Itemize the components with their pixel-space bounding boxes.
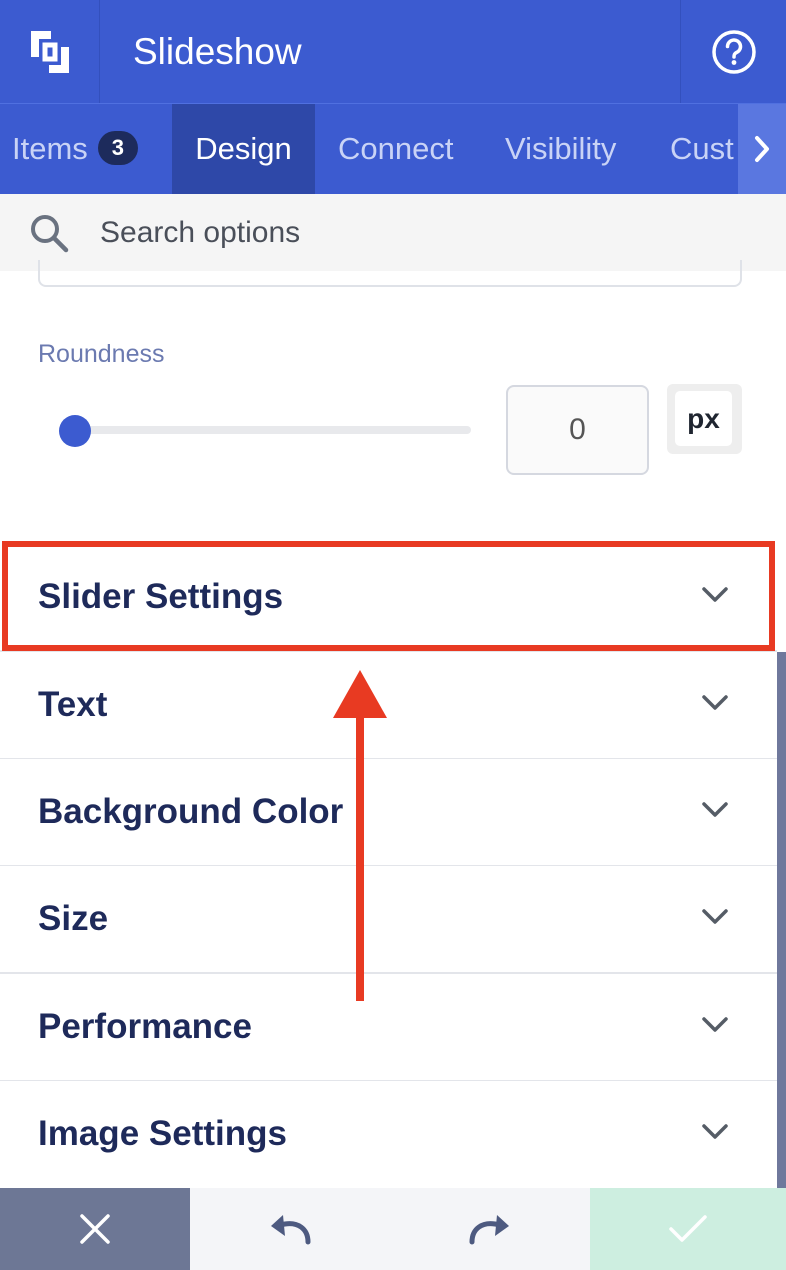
search-input[interactable] [100,215,700,250]
undo-button[interactable] [190,1188,390,1270]
items-count-badge: 3 [97,131,139,165]
chevron-down-icon [702,695,728,710]
app-header: Slideshow [0,0,786,103]
bottom-action-bar [0,1188,786,1270]
tab-items[interactable]: Items 3 [12,104,139,194]
section-label: Background Color [38,792,344,831]
section-image-settings[interactable]: Image Settings [0,1081,777,1189]
section-label: Size [38,899,109,938]
roundness-value-input[interactable] [506,385,649,475]
unit-px-button[interactable]: px [675,391,732,446]
close-icon [80,1214,110,1244]
search-icon [31,214,69,252]
confirm-button[interactable] [590,1188,786,1270]
scrollbar[interactable] [777,652,786,1188]
previous-field-edge [38,260,742,287]
section-label: Performance [38,1007,252,1046]
chevron-down-icon [702,1124,728,1139]
chevron-down-icon [702,909,728,924]
tab-custom[interactable]: Cust [670,104,734,194]
tab-design[interactable]: Design [172,104,315,194]
roundness-label: Roundness [38,340,165,368]
redo-icon [469,1215,509,1245]
roundness-slider-thumb[interactable] [59,415,91,447]
chevron-down-icon [702,802,728,817]
undo-icon [271,1215,311,1245]
logo[interactable] [0,0,100,103]
tabs-scroll-right-button[interactable] [738,104,786,194]
highlight-box [2,541,775,651]
help-button[interactable] [680,0,786,103]
redo-button[interactable] [390,1188,590,1270]
app-title: Slideshow [133,31,302,72]
question-circle-icon [711,29,756,74]
unit-selector: px [667,384,742,454]
cancel-button[interactable] [0,1188,190,1270]
brackets-logo-icon [30,30,69,73]
roundness-slider-track[interactable] [72,426,471,434]
section-label: Image Settings [38,1114,287,1153]
chevron-right-icon [755,136,769,162]
chevron-down-icon [702,1017,728,1032]
tab-visibility[interactable]: Visibility [505,104,616,194]
section-label: Text [38,685,108,724]
check-icon [669,1215,707,1242]
tab-items-label: Items [12,131,88,166]
tab-bar: Items 3 Design Connect Visibility Cust [0,103,786,194]
arrow-up-annotation [333,670,387,1001]
tab-connect[interactable]: Connect [338,104,453,194]
